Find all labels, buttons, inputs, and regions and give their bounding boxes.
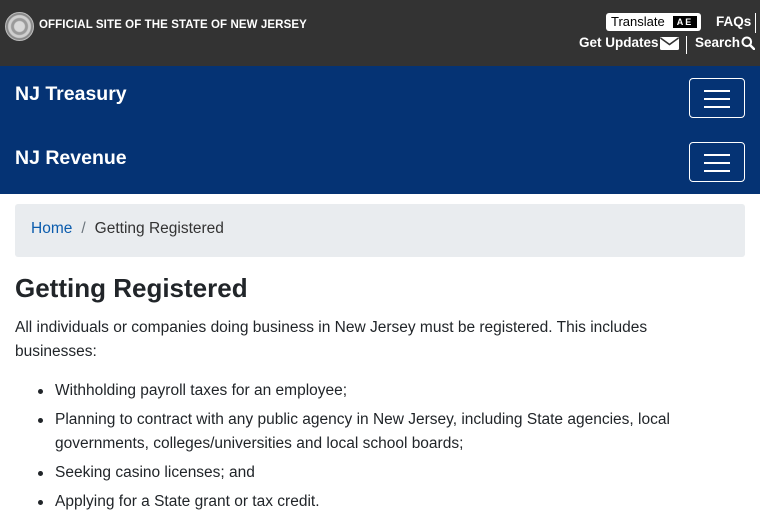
hamburger-menu-icon bbox=[704, 162, 730, 164]
hamburger-menu-icon bbox=[704, 170, 730, 172]
treasury-menu-toggle-button[interactable] bbox=[689, 78, 745, 118]
page-title: Getting Registered bbox=[15, 273, 248, 303]
envelope-icon[interactable] bbox=[660, 37, 679, 50]
nj-treasury-link[interactable]: NJ Treasury bbox=[15, 83, 127, 106]
official-site-text[interactable]: OFFICIAL SITE OF THE STATE OF NEW JERSEY bbox=[39, 19, 307, 31]
faqs-link[interactable]: FAQs bbox=[716, 14, 751, 29]
breadcrumb: Home / Getting Registered bbox=[15, 204, 745, 257]
list-item: Withholding payroll taxes for an employe… bbox=[15, 379, 745, 403]
divider bbox=[755, 13, 756, 33]
revenue-menu-toggle-button[interactable] bbox=[689, 142, 745, 182]
search-link[interactable]: Search bbox=[695, 35, 740, 50]
search-icon[interactable] bbox=[741, 36, 755, 50]
hamburger-menu-icon bbox=[704, 90, 730, 92]
site-navbar: NJ Treasury NJ Revenue bbox=[0, 66, 760, 194]
intro-paragraph: All individuals or companies doing busin… bbox=[15, 319, 648, 360]
state-seal-icon[interactable] bbox=[5, 12, 34, 41]
breadcrumb-separator: / bbox=[81, 220, 86, 237]
hamburger-menu-icon bbox=[704, 98, 730, 100]
translate-button[interactable]: Translate AE bbox=[606, 13, 701, 31]
list-item: Planning to contract with any public age… bbox=[15, 408, 745, 456]
requirements-list: Withholding payroll taxes for an employe… bbox=[15, 379, 745, 519]
list-item: Applying for a State grant or tax credit… bbox=[15, 490, 745, 514]
nj-revenue-link[interactable]: NJ Revenue bbox=[15, 147, 127, 170]
state-bar: OFFICIAL SITE OF THE STATE OF NEW JERSEY… bbox=[0, 0, 760, 66]
divider bbox=[686, 36, 687, 54]
list-item: Seeking casino licenses; and bbox=[15, 461, 745, 485]
hamburger-menu-icon bbox=[704, 106, 730, 108]
translate-label: Translate bbox=[611, 14, 665, 29]
translate-icon: AE bbox=[673, 16, 697, 28]
breadcrumb-current: Getting Registered bbox=[94, 220, 224, 237]
get-updates-link[interactable]: Get Updates bbox=[579, 35, 659, 50]
breadcrumb-home-link[interactable]: Home bbox=[31, 220, 72, 237]
hamburger-menu-icon bbox=[704, 154, 730, 156]
